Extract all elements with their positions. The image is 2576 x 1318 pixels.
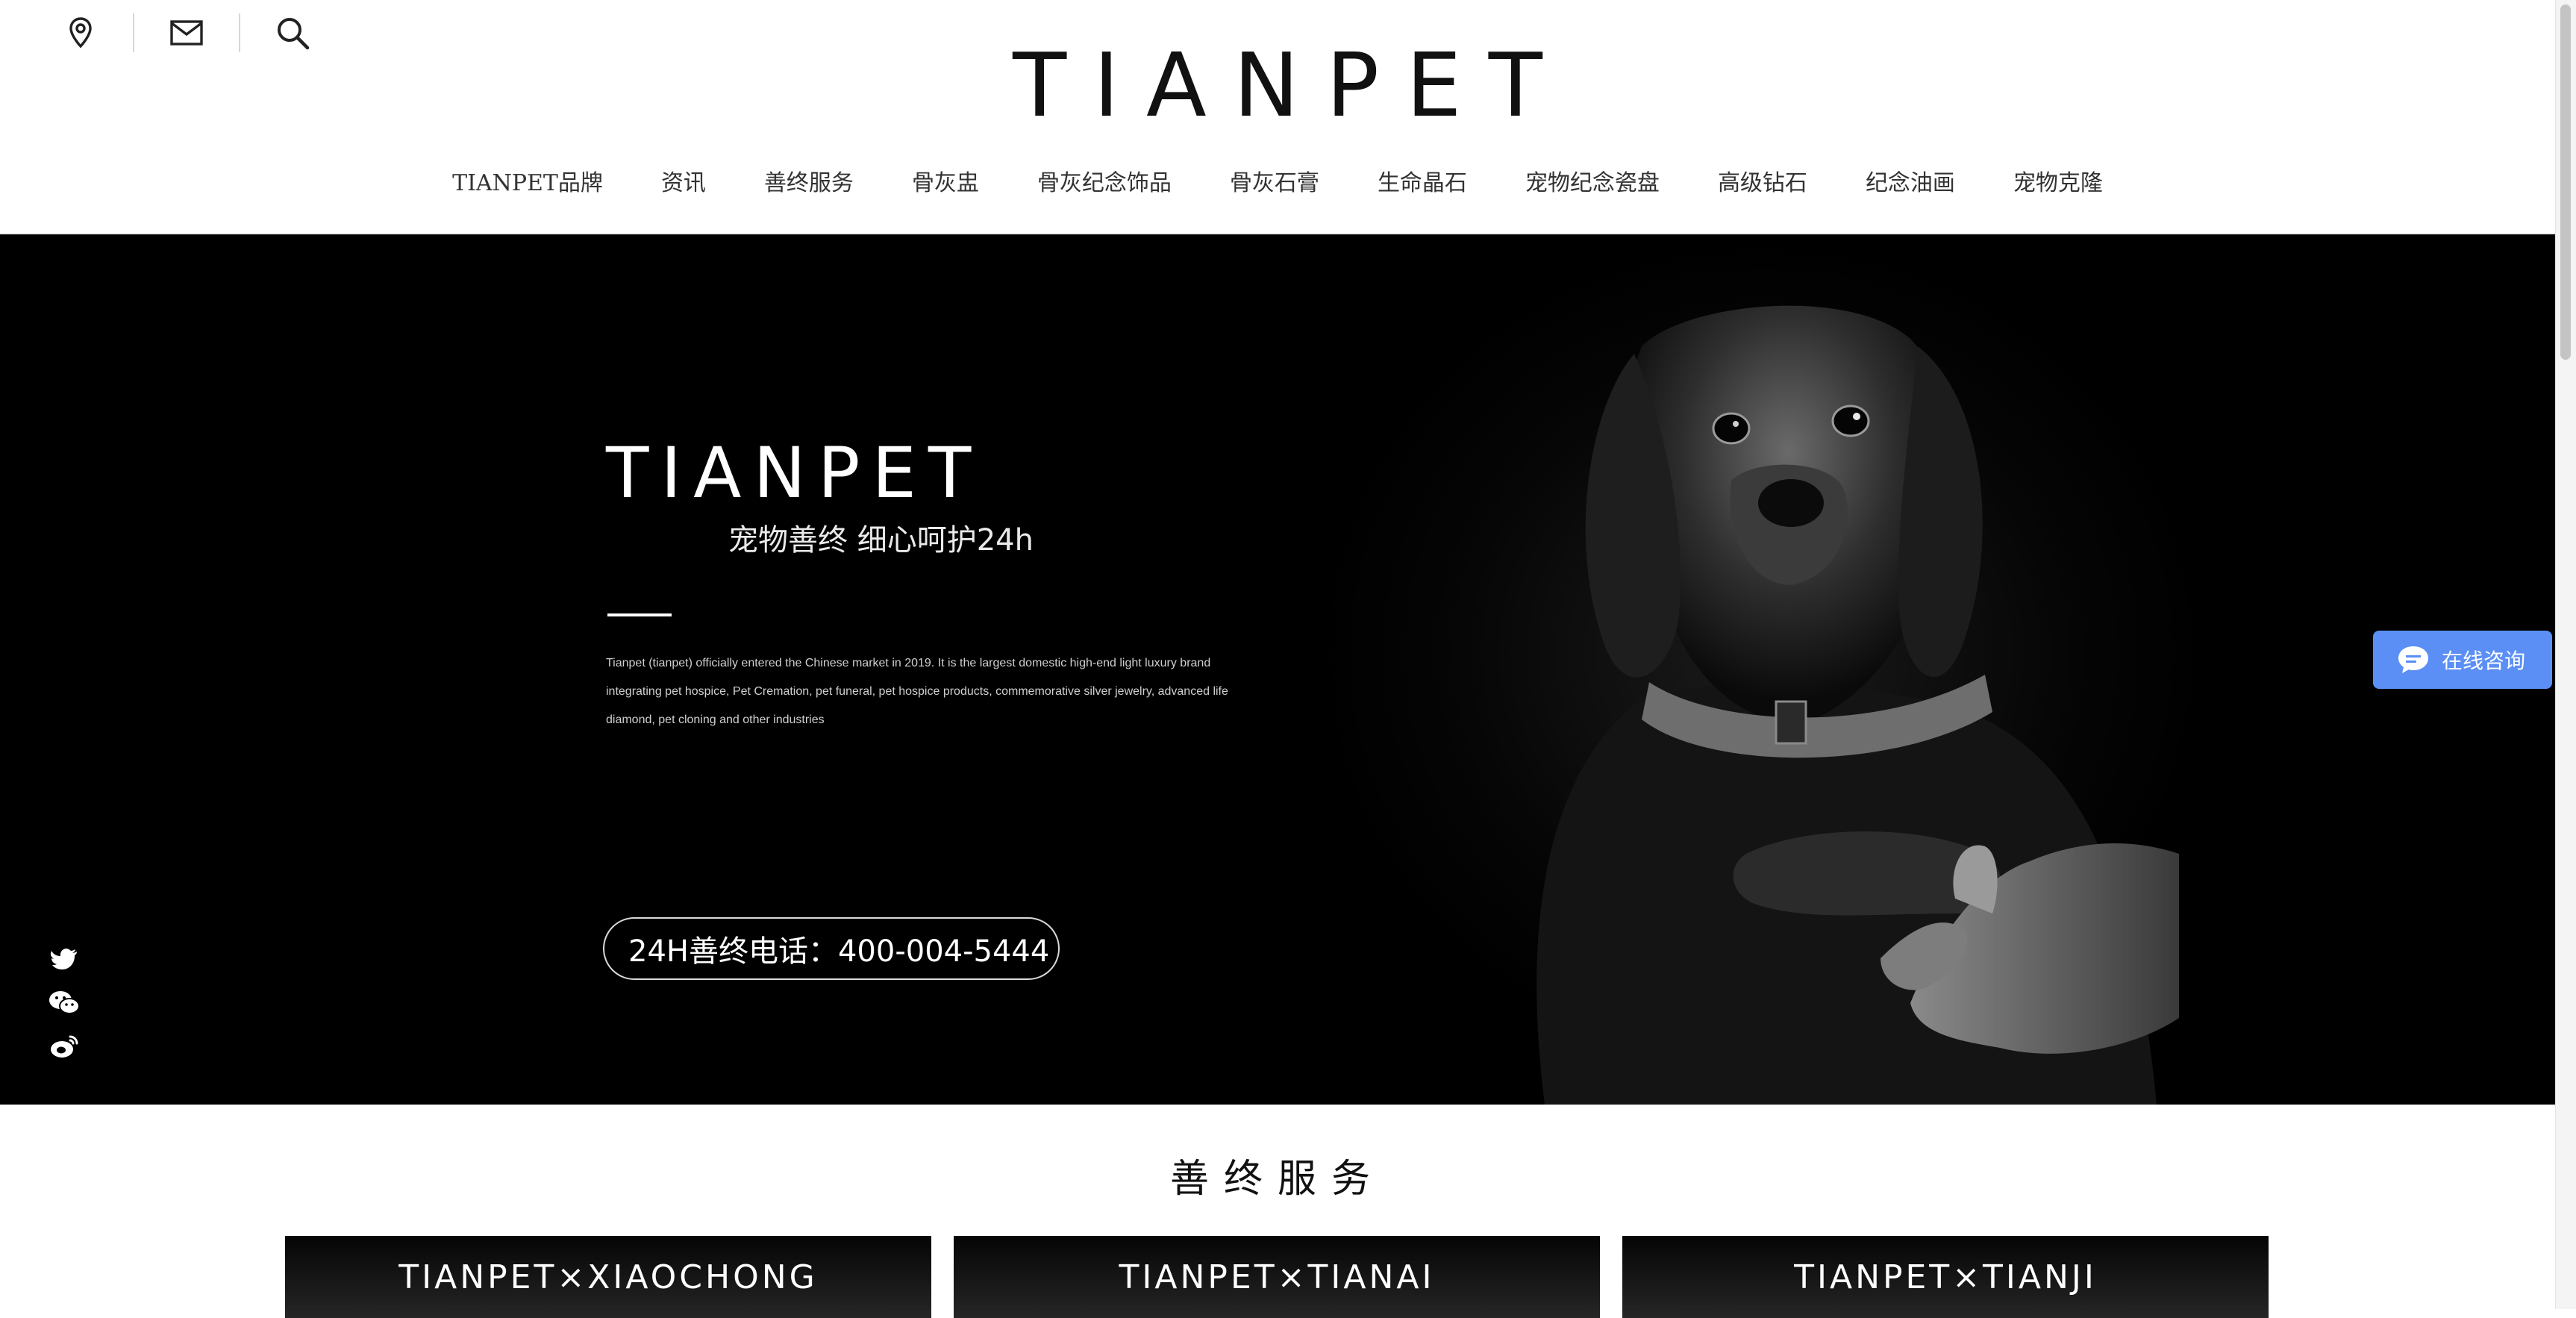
nav-item-urn[interactable]: 骨灰盅 — [912, 166, 979, 202]
nav-item-hospice-service[interactable]: 善终服务 — [764, 166, 854, 202]
hero-divider — [607, 613, 672, 616]
hotline-button[interactable]: 24H善终电话：400-004-5444 — [603, 917, 1060, 980]
service-cards: TIANPET×XIAOCHONG TIANPET×TIANAI TIANPET… — [285, 1236, 2291, 1318]
weibo-icon[interactable] — [46, 1028, 82, 1064]
nav-item-diamond[interactable]: 高级钻石 — [1718, 166, 1807, 202]
nav-item-memorial-plate[interactable]: 宠物纪念瓷盘 — [1525, 166, 1660, 202]
nav-item-life-crystal[interactable]: 生命晶石 — [1378, 166, 1467, 202]
nav-item-oil-painting[interactable]: 纪念油画 — [1866, 166, 1955, 202]
chat-bubble-icon — [2398, 646, 2428, 673]
online-consult-button[interactable]: 在线咨询 — [2373, 631, 2552, 689]
nav-item-ash-plaster[interactable]: 骨灰石膏 — [1230, 166, 1319, 202]
site-logo[interactable]: TIANPET — [0, 39, 2555, 131]
services-title: 善终服务 — [1169, 1157, 1385, 1202]
service-card-tianji[interactable]: TIANPET×TIANJI — [1622, 1236, 2269, 1318]
page-scrollbar[interactable] — [2555, 0, 2576, 1309]
wechat-icon[interactable] — [46, 985, 82, 1021]
nav-item-brand[interactable]: TIANPET品牌 — [452, 166, 603, 202]
hero-brand: TIANPET — [606, 433, 984, 514]
social-links — [46, 942, 82, 1072]
dog-photo — [1536, 305, 2179, 1105]
site-header: TIANPET TIANPET品牌 资讯 善终服务 骨灰盅 骨灰纪念饰品 骨灰石… — [0, 0, 2555, 234]
scrollbar-thumb[interactable] — [2560, 4, 2571, 360]
hero-banner: TIANPET 宠物善终 细心呵护24h Tianpet (tianpet) o… — [0, 234, 2555, 1105]
nav-item-pet-cloning[interactable]: 宠物克隆 — [2013, 166, 2103, 202]
service-card-xiaochong[interactable]: TIANPET×XIAOCHONG — [285, 1236, 931, 1318]
nav-item-ash-jewelry[interactable]: 骨灰纪念饰品 — [1037, 166, 1172, 202]
nav-item-news[interactable]: 资讯 — [661, 166, 706, 202]
online-consult-label: 在线咨询 — [2442, 649, 2526, 673]
service-card-tianai[interactable]: TIANPET×TIANAI — [954, 1236, 1600, 1318]
main-nav: TIANPET品牌 资讯 善终服务 骨灰盅 骨灰纪念饰品 骨灰石膏 生命晶石 宠… — [0, 166, 2555, 202]
hero-description: Tianpet (tianpet) officially entered the… — [606, 657, 1228, 726]
hero-tagline: 宠物善终 细心呵护24h — [728, 523, 1034, 558]
twitter-icon[interactable] — [46, 942, 82, 978]
